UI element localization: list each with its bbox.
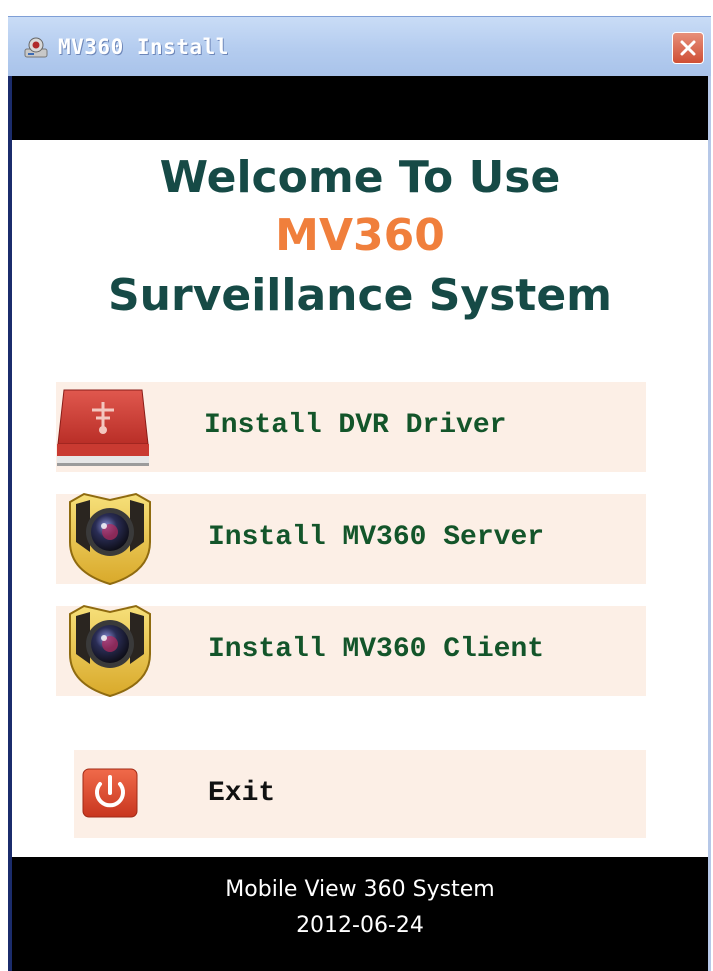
dvr-driver-icon xyxy=(54,384,152,471)
footer: Mobile View 360 System 2012-06-24 xyxy=(12,857,708,971)
top-banner xyxy=(12,76,708,140)
product-name: MV360 xyxy=(275,210,445,261)
install-client-button[interactable]: Install MV360 Client xyxy=(56,604,646,698)
welcome-heading: Welcome To Use xyxy=(159,152,561,203)
content-area: Welcome To Use MV360 Surveillance System xyxy=(12,140,708,857)
install-dvr-driver-button[interactable]: Install DVR Driver xyxy=(56,382,646,472)
camera-shield-icon xyxy=(62,492,158,593)
close-icon xyxy=(680,40,696,56)
window-title: MV360 Install xyxy=(58,35,229,59)
welcome-subheading: Surveillance System xyxy=(107,270,613,321)
app-icon xyxy=(22,35,50,59)
install-server-button[interactable]: Install MV360 Server xyxy=(56,492,646,586)
footer-product: Mobile View 360 System xyxy=(225,877,495,902)
power-icon xyxy=(82,768,138,823)
title-bar: MV360 Install xyxy=(8,16,711,76)
installer-window: MV360 Install Welcome To Use MV360 Surve… xyxy=(8,16,711,971)
exit-button[interactable]: Exit xyxy=(74,750,646,838)
install-client-label: Install MV360 Client xyxy=(208,634,545,665)
install-server-label: Install MV360 Server xyxy=(208,522,545,553)
footer-date: 2012-06-24 xyxy=(296,913,424,938)
camera-shield-icon xyxy=(62,604,158,705)
exit-label: Exit xyxy=(208,778,276,809)
close-button[interactable] xyxy=(672,32,704,64)
install-dvr-driver-label: Install DVR Driver xyxy=(204,410,507,441)
window-right-border xyxy=(708,76,711,971)
